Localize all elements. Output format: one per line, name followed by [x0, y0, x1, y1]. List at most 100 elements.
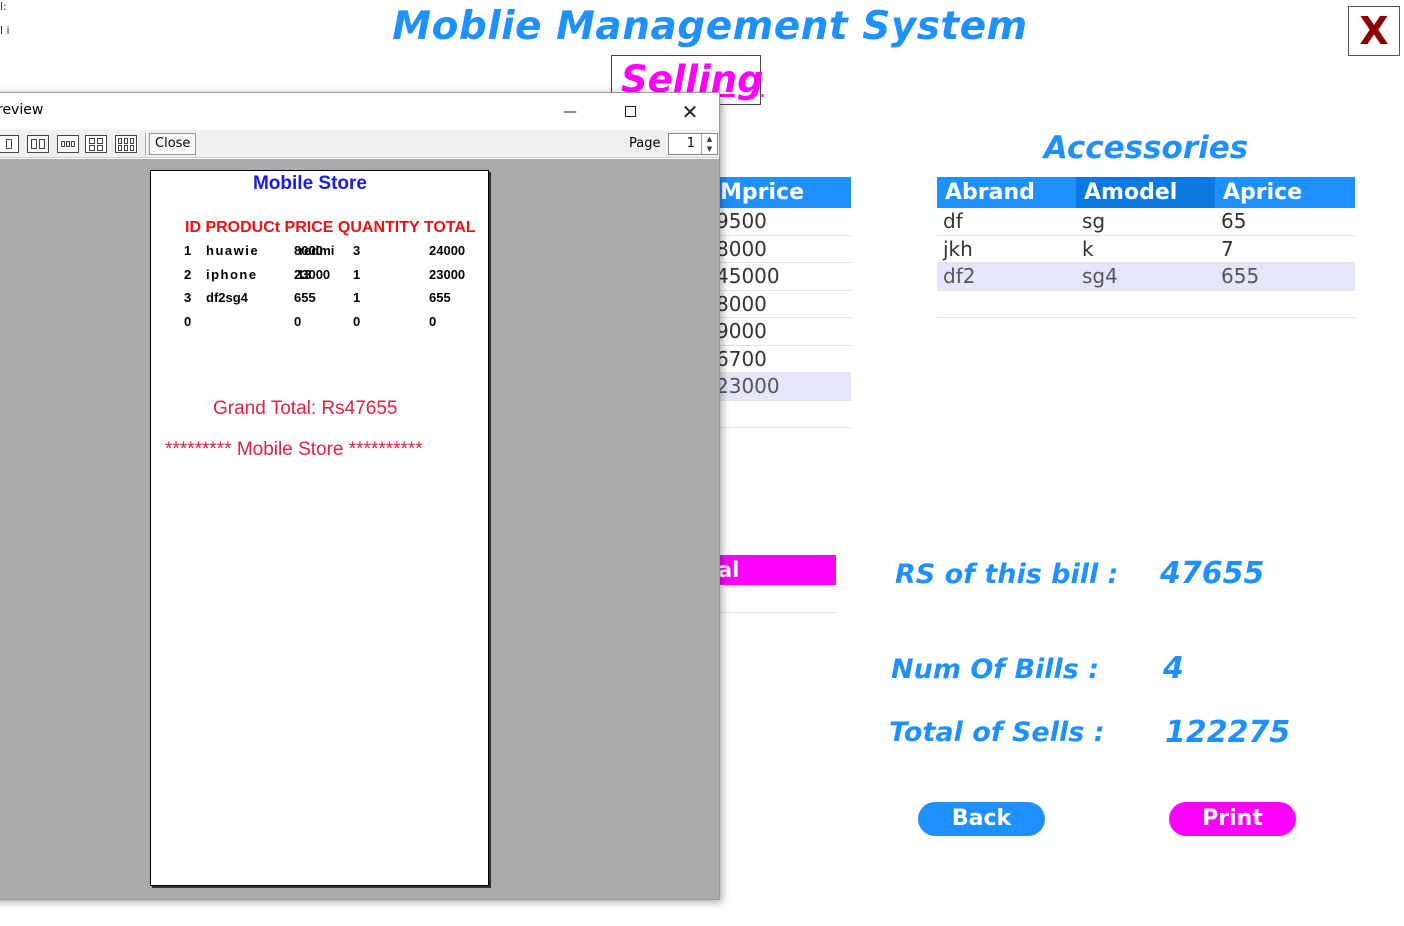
one-page-icon [6, 139, 12, 149]
mobile-table[interactable]: Mprice 9500 8000 45000 8000 9000 6700 23000 [716, 177, 851, 428]
amodel-cell: sg4 [1082, 264, 1118, 288]
accessories-table-header: Abrand Amodel Aprice [937, 177, 1355, 208]
doc-grand-total: Grand Total: Rs47655 [213, 398, 398, 419]
aprice-cell: 7 [1221, 236, 1234, 261]
print-preview-window[interactable]: review — ✕ Close Page 1 ▲ ▼ Mobile Store… [0, 92, 720, 900]
accessories-table-row[interactable]: df sg 65 [937, 208, 1355, 236]
three-pages-icon-b [66, 141, 70, 147]
preview-area[interactable]: Mobile Store ID PRODUCt PRICE QUANTITY T… [0, 159, 719, 899]
zoom-one-page-button[interactable] [0, 135, 19, 153]
two-pages-icon-b [39, 139, 45, 149]
six-pages-icon-c [130, 138, 134, 144]
doc-row-3-total: 655 [429, 290, 451, 305]
accessories-table-row[interactable]: df2 sg4 655 [937, 263, 1355, 291]
mobile-table-row[interactable]: 9000 [716, 318, 851, 346]
maximize-icon [624, 105, 636, 117]
preview-titlebar[interactable]: review — ✕ [0, 93, 719, 130]
doc-row-2-price-b: 13 [297, 267, 312, 282]
accessories-column-abrand[interactable]: Abrand [937, 177, 1076, 208]
accessories-table[interactable]: Abrand Amodel Aprice df sg 65 jkh k 7 df2 sg4 65… [937, 177, 1355, 318]
six-pages-icon-d [118, 145, 122, 151]
num-bills-value: 4 [1163, 651, 1184, 686]
three-pages-button[interactable] [57, 135, 79, 153]
mobile-table-header: Mprice [716, 177, 851, 208]
accessories-empty-row [937, 291, 1355, 318]
six-pages-icon-b [124, 138, 128, 144]
four-pages-button[interactable] [85, 135, 107, 153]
back-button[interactable]: Back [918, 802, 1045, 836]
three-pages-icon-c [71, 141, 75, 147]
doc-row-3-id: 3 [184, 290, 192, 305]
accessories-column-amodel[interactable]: Amodel [1076, 177, 1215, 208]
toolbar-separator [145, 133, 146, 155]
doc-footer: ********* Mobile Store ********** [165, 439, 423, 460]
total-sells-label: Total of Sells : [889, 717, 1105, 748]
accessories-column-aprice[interactable]: Aprice [1215, 177, 1355, 208]
page-spinner[interactable]: ▲ ▼ [701, 134, 717, 154]
close-app-button[interactable]: X [1348, 6, 1400, 56]
six-pages-button[interactable] [115, 135, 137, 153]
left-fragment-2: l i [0, 24, 10, 37]
minimize-icon: — [563, 104, 577, 120]
doc-row-2-total: 23000 [429, 267, 466, 282]
mobile-table-row[interactable]: 45000 [716, 263, 851, 291]
doc-row-4-qty: 0 [353, 314, 361, 329]
doc-row-1-price-b: redmi [299, 243, 335, 258]
two-pages-icon [31, 139, 37, 149]
maximize-button[interactable] [607, 97, 653, 127]
abrand-cell: jkh [943, 236, 973, 261]
preview-toolbar: Close Page 1 ▲ ▼ [0, 130, 719, 158]
doc-row-3-product: df2sg4 [206, 290, 248, 305]
mobile-table-row[interactable]: 23000 [716, 373, 851, 401]
abrand-cell: df [943, 209, 963, 233]
mobile-table-row[interactable]: 9500 [716, 208, 851, 236]
mobile-table-row[interactable]: 8000 [716, 290, 851, 318]
doc-row-4-total: 0 [429, 314, 437, 329]
doc-row-3-price: 655 [294, 290, 316, 305]
doc-row-1-total: 24000 [429, 243, 466, 258]
four-pages-icon-d [97, 145, 103, 151]
doc-row-3-qty: 1 [353, 290, 361, 305]
minimize-button[interactable]: — [547, 97, 593, 127]
mobile-price-cell: 8000 [716, 236, 767, 261]
accessories-table-row[interactable]: jkh k 7 [937, 235, 1355, 263]
four-pages-icon-c [89, 145, 95, 151]
spin-up-icon[interactable]: ▲ [702, 134, 717, 144]
doc-column-headers: ID PRODUCt PRICE QUANTITY TOTAL [185, 219, 476, 236]
page-label: Page [629, 136, 661, 151]
four-pages-icon [89, 138, 95, 144]
bill-amount-label: RS of this bill : [895, 559, 1119, 590]
mobile-table-row[interactable]: 6700 [716, 345, 851, 373]
spin-down-icon[interactable]: ▼ [702, 144, 717, 154]
doc-row-2-product: iphone [206, 267, 258, 282]
mobile-table-bottom-line [716, 427, 851, 428]
aprice-cell: 655 [1221, 264, 1260, 288]
mobile-column-mprice[interactable]: Mprice [716, 177, 851, 208]
six-pages-icon-f [130, 145, 134, 151]
preview-page: Mobile Store ID PRODUCt PRICE QUANTITY T… [150, 170, 489, 886]
mobile-price-cell: 8000 [716, 291, 767, 316]
left-fragment-1: l: [0, 0, 7, 13]
doc-row-1-qty: 3 [353, 243, 361, 258]
doc-row-1-product: huawie [206, 243, 260, 258]
doc-row-2-id: 2 [184, 267, 192, 282]
mobile-price-cell: 23000 [716, 374, 780, 398]
total-button[interactable]: al [716, 555, 836, 585]
app-title: Moblie Management System [392, 4, 1028, 49]
preview-close-button[interactable]: Close [149, 133, 197, 155]
print-button[interactable]: Print [1169, 802, 1296, 836]
two-pages-button[interactable] [27, 135, 49, 153]
preview-title: review [0, 102, 44, 118]
doc-row-1-id: 1 [184, 243, 192, 258]
doc-heading: Mobile Store [252, 173, 367, 194]
abrand-cell: df2 [943, 264, 976, 288]
app-window: l: l i Moblie Management System X Sellin… [0, 0, 1404, 926]
mobile-price-cell: 9500 [716, 209, 767, 233]
doc-row-4-id: 0 [184, 314, 192, 329]
accessories-title: Accessories [1043, 130, 1249, 166]
amodel-cell: sg [1082, 209, 1106, 233]
preview-close-window-button[interactable]: ✕ [667, 97, 713, 127]
mobile-table-empty-row [716, 401, 851, 428]
mobile-table-row[interactable]: 8000 [716, 235, 851, 263]
close-icon: ✕ [681, 100, 699, 124]
